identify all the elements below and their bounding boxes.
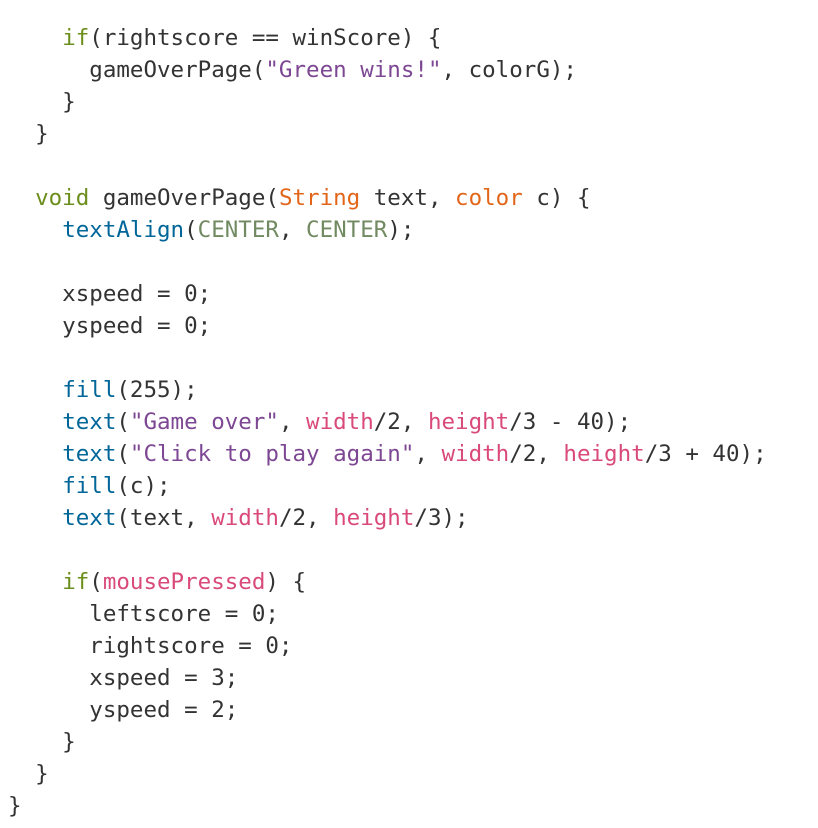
code-token-plain: rightscore = 0;	[8, 633, 293, 659]
code-token-plain: }	[8, 89, 76, 115]
code-token-builtin: height	[563, 441, 645, 467]
code-line: void gameOverPage(String text, color c) …	[8, 182, 767, 214]
code-token-plain: yspeed = 2;	[8, 697, 239, 723]
code-token-keyword: void	[35, 185, 90, 211]
code-token-plain: c) {	[522, 185, 591, 211]
code-line: xspeed = 0;	[8, 278, 767, 310]
code-token-plain: /2,	[373, 409, 428, 435]
code-token-plain: yspeed = 0;	[8, 313, 212, 339]
code-token-plain: ,	[278, 409, 307, 435]
code-line: yspeed = 2;	[8, 694, 767, 726]
code-token-plain: /3 - 40);	[509, 409, 632, 435]
code-line: xspeed = 3;	[8, 662, 767, 694]
code-token-plain: /2,	[509, 441, 564, 467]
code-line: yspeed = 0;	[8, 310, 767, 342]
code-token-func: fill	[62, 473, 117, 499]
code-token-plain: gameOverPage(	[89, 185, 279, 211]
code-token-plain: ,	[278, 217, 307, 243]
code-line: fill(c);	[8, 470, 767, 502]
code-token-plain: /3);	[414, 505, 469, 531]
code-block: if(rightscore == winScore) { gameOverPag…	[8, 22, 767, 822]
code-token-plain: ,	[414, 441, 442, 467]
code-token-plain: (	[116, 409, 130, 435]
code-token-func: text	[62, 441, 117, 467]
code-token-plain: /2,	[278, 505, 334, 531]
code-token-plain: xspeed = 0;	[8, 281, 212, 307]
code-token-const: CENTER	[306, 217, 388, 243]
code-line: text("Click to play again", width/2, hei…	[8, 438, 767, 470]
code-token-type: color	[455, 185, 523, 211]
code-token-plain: }	[8, 121, 49, 147]
code-token-plain: (rightscore == winScore) {	[89, 25, 442, 51]
code-token-plain: gameOverPage(	[8, 57, 266, 83]
code-line: textAlign(CENTER, CENTER);	[8, 214, 767, 246]
code-token-builtin: height	[333, 505, 415, 531]
code-token-plain: xspeed = 3;	[8, 665, 239, 691]
code-line: rightscore = 0;	[8, 630, 767, 662]
code-line: fill(255);	[8, 374, 767, 406]
code-line: }	[8, 86, 767, 118]
code-token-string: "Game over"	[129, 409, 279, 435]
code-token-plain: ) {	[265, 569, 307, 595]
code-token-builtin: height	[427, 409, 510, 435]
code-line: }	[8, 758, 767, 790]
code-token-func: text	[62, 505, 117, 531]
code-token-type: String	[278, 185, 361, 211]
code-token-builtin: width	[306, 409, 374, 435]
code-token-func: textAlign	[62, 217, 185, 243]
code-token-plain: );	[387, 217, 415, 243]
code-token-func: text	[62, 409, 117, 435]
code-token-builtin: mousePressed	[102, 569, 266, 595]
code-token-plain: }	[8, 729, 76, 755]
code-token-builtin: width	[441, 441, 510, 467]
code-token-plain: }	[8, 761, 49, 787]
code-line: }	[8, 118, 767, 150]
code-token-const: CENTER	[197, 217, 279, 243]
code-token-plain: (	[89, 569, 103, 595]
code-line: text(text, width/2, height/3);	[8, 502, 767, 534]
code-line: if(mousePressed) {	[8, 566, 767, 598]
code-token-string: "Click to play again"	[129, 441, 415, 467]
code-token-keyword: if	[62, 25, 90, 51]
code-token-keyword: if	[62, 569, 90, 595]
code-token-func: fill	[62, 377, 117, 403]
code-line: text("Game over", width/2, height/3 - 40…	[8, 406, 767, 438]
code-token-plain: (	[184, 217, 198, 243]
code-token-plain: (255);	[116, 377, 198, 403]
code-token-plain: (	[116, 441, 130, 467]
code-line: }	[8, 726, 767, 758]
code-token-plain: /3 + 40);	[644, 441, 767, 467]
code-token-plain: (text,	[116, 505, 212, 531]
code-token-plain: (c);	[116, 473, 171, 499]
code-line: gameOverPage("Green wins!", colorG);	[8, 54, 767, 86]
code-token-plain: }	[8, 793, 22, 819]
code-token-plain: leftscore = 0;	[8, 601, 279, 627]
code-line: }	[8, 790, 767, 822]
code-token-plain: text,	[360, 185, 456, 211]
code-token-string: "Green wins!"	[265, 57, 442, 83]
code-token-builtin: width	[211, 505, 279, 531]
code-line: if(rightscore == winScore) {	[8, 22, 767, 54]
code-line: leftscore = 0;	[8, 598, 767, 630]
code-token-plain: , colorG);	[441, 57, 577, 83]
